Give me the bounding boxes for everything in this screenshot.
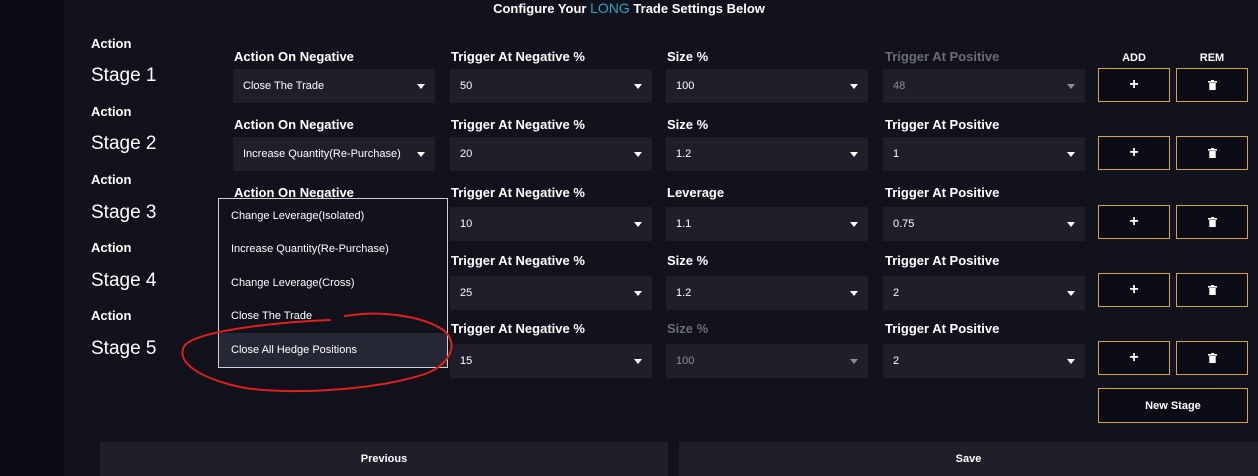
stage-5-size-select[interactable]: 100 [666, 344, 868, 378]
chevron-down-icon [634, 359, 642, 364]
trash-icon [1207, 80, 1217, 90]
stage-2-trigger-positive-select[interactable]: 1 [883, 137, 1085, 171]
stage-action-label: Action [91, 172, 132, 187]
stage-5-remove-button[interactable] [1176, 341, 1248, 375]
stage-1-title: Stage 1 [91, 65, 157, 86]
stage-2-action-select[interactable]: Increase Quantity(Re-Purchase) [233, 137, 435, 171]
stage-3-title: Stage 3 [91, 202, 157, 223]
stage-1-add-button[interactable]: + [1098, 68, 1170, 102]
trigger-negative-label: Trigger At Negative % [451, 117, 585, 132]
plus-icon: + [1129, 213, 1139, 230]
trigger-negative-label: Trigger At Negative % [451, 185, 585, 200]
dropdown-option[interactable]: Change Leverage(Isolated) [219, 199, 447, 233]
previous-button[interactable]: Previous [100, 442, 668, 476]
chevron-down-icon [1067, 291, 1075, 296]
chevron-down-icon [850, 222, 858, 227]
chevron-down-icon [417, 152, 425, 157]
stage-3-trigger-positive-select[interactable]: 0.75 [883, 207, 1085, 241]
dropdown-option-highlighted[interactable]: Close All Hedge Positions [219, 333, 447, 367]
plus-icon: + [1129, 144, 1139, 161]
stage-action-label: Action [91, 308, 132, 323]
stage-3-leverage-select[interactable]: 1.1 [666, 207, 868, 241]
stage-2-remove-button[interactable] [1176, 136, 1248, 170]
trash-icon [1207, 148, 1217, 158]
chevron-down-icon [850, 291, 858, 296]
stage-3-trigger-negative-select[interactable]: 10 [450, 207, 652, 241]
dropdown-option[interactable]: Change Leverage(Cross) [219, 266, 447, 300]
stage-4-trigger-positive-select[interactable]: 2 [883, 276, 1085, 310]
stage-5-trigger-positive-select[interactable]: 2 [883, 344, 1085, 378]
chevron-down-icon [634, 222, 642, 227]
plus-icon: + [1129, 281, 1139, 298]
trash-icon [1207, 217, 1217, 227]
left-sidebar-strip [0, 0, 64, 476]
chevron-down-icon [1067, 359, 1075, 364]
dropdown-option[interactable]: Close The Trade [219, 299, 447, 333]
stage-3-add-button[interactable]: + [1098, 205, 1170, 239]
trash-icon [1207, 285, 1217, 295]
trigger-positive-label: Trigger At Positive [885, 117, 1000, 132]
stage-3-remove-button[interactable] [1176, 205, 1248, 239]
stage-1-remove-button[interactable] [1176, 68, 1248, 102]
plus-icon: + [1129, 76, 1139, 93]
trash-icon [1207, 353, 1217, 363]
stage-2-size-select[interactable]: 1.2 [666, 137, 868, 171]
size-label: Size % [667, 49, 709, 64]
stage-2-add-button[interactable]: + [1098, 136, 1170, 170]
add-column-header: ADD [1122, 52, 1146, 64]
chevron-down-icon [850, 84, 858, 89]
stage-1-action-select[interactable]: Close The Trade [233, 69, 435, 103]
stage-5-add-button[interactable]: + [1098, 341, 1170, 375]
chevron-down-icon [634, 291, 642, 296]
trigger-negative-label: Trigger At Negative % [451, 253, 585, 268]
chevron-down-icon [417, 84, 425, 89]
remove-column-header: REM [1199, 52, 1225, 64]
chevron-down-icon [850, 359, 858, 364]
action-on-negative-label: Action On Negative [234, 49, 354, 64]
trade-type-accent: LONG [590, 0, 630, 16]
stage-action-label: Action [91, 104, 132, 119]
size-label: Size % [667, 253, 709, 268]
stage-4-add-button[interactable]: + [1098, 273, 1170, 307]
dropdown-option[interactable]: Increase Quantity(Re-Purchase) [219, 232, 447, 266]
stage-action-label: Action [91, 240, 132, 255]
leverage-label: Leverage [667, 185, 725, 200]
trigger-negative-label: Trigger At Negative % [451, 49, 585, 64]
plus-icon: + [1129, 349, 1139, 366]
stage-1-size-select[interactable]: 100 [666, 69, 868, 103]
chevron-down-icon [634, 84, 642, 89]
stage-4-remove-button[interactable] [1176, 273, 1248, 307]
chevron-down-icon [1067, 152, 1075, 157]
action-on-negative-label: Action On Negative [234, 117, 354, 132]
chevron-down-icon [850, 152, 858, 157]
stage-5-title: Stage 5 [91, 338, 157, 359]
chevron-down-icon [634, 152, 642, 157]
chevron-down-icon [1067, 222, 1075, 227]
action-dropdown-menu: Change Leverage(Isolated) Increase Quant… [218, 198, 448, 368]
trigger-positive-label: Trigger At Positive [885, 253, 1000, 268]
save-button[interactable]: Save [679, 442, 1258, 476]
trigger-negative-label: Trigger At Negative % [451, 321, 585, 336]
stage-action-label: Action [91, 36, 132, 51]
stage-1-trigger-positive-select[interactable]: 48 [883, 69, 1085, 103]
size-label: Size % [667, 117, 709, 132]
page-title: Configure Your LONG Trade Settings Below [493, 0, 765, 16]
stage-2-title: Stage 2 [91, 133, 157, 154]
stage-5-trigger-negative-select[interactable]: 15 [450, 344, 652, 378]
new-stage-button[interactable]: New Stage [1098, 388, 1248, 423]
trigger-positive-label: Trigger At Positive [885, 321, 1000, 336]
stage-2-trigger-negative-select[interactable]: 20 [450, 137, 652, 171]
stage-1-trigger-negative-select[interactable]: 50 [450, 69, 652, 103]
chevron-down-icon [1067, 84, 1075, 89]
trigger-positive-label: Trigger At Positive [885, 185, 1000, 200]
size-label: Size % [667, 321, 709, 336]
stage-4-trigger-negative-select[interactable]: 25 [450, 276, 652, 310]
stage-4-size-select[interactable]: 1.2 [666, 276, 868, 310]
trigger-positive-label: Trigger At Positive [885, 49, 1000, 64]
stage-4-title: Stage 4 [91, 270, 157, 291]
